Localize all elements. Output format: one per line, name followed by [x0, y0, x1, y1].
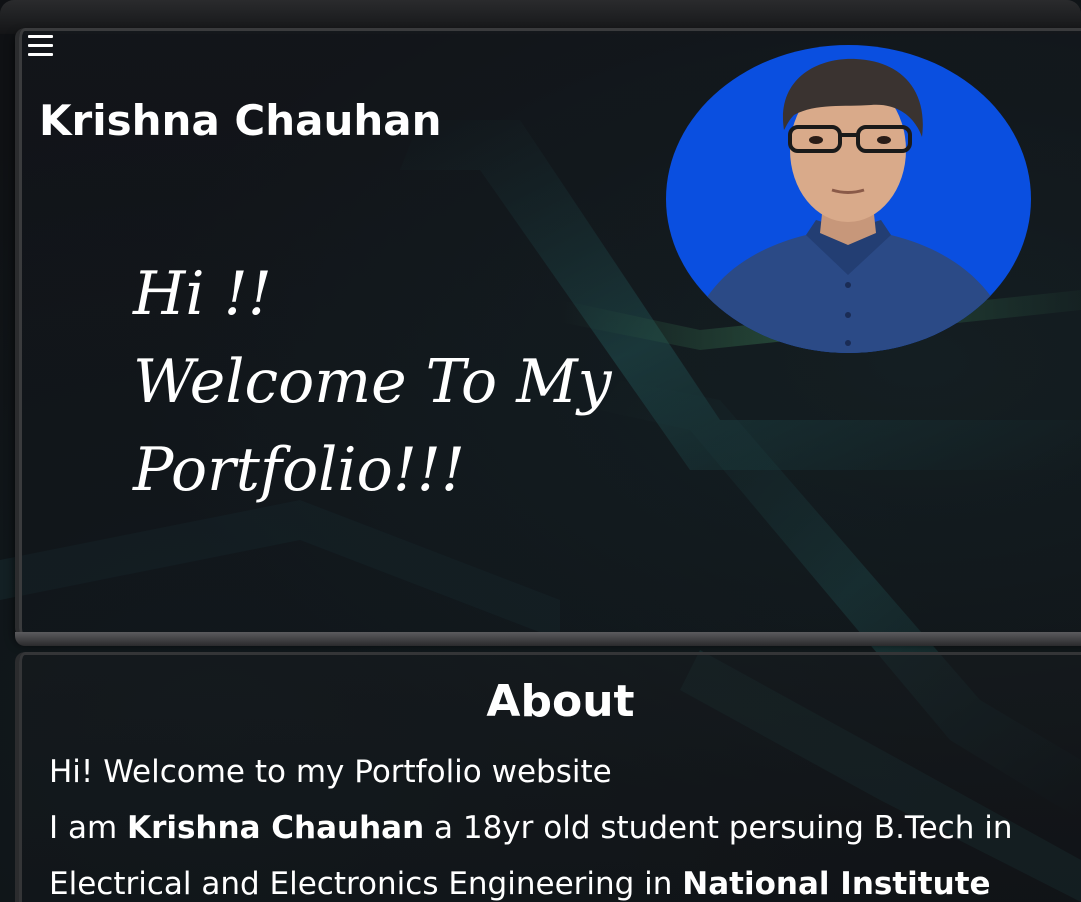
about-description: Hi! Welcome to my Portfolio website I am…: [49, 744, 1079, 902]
greeting-line-2: Welcome To My: [133, 347, 612, 417]
hamburger-menu-icon[interactable]: [27, 33, 55, 59]
about-line-2-prefix: I am: [49, 810, 128, 846]
about-line-2: I am Krishna Chauhan a 18yr old student …: [49, 800, 1079, 856]
about-line-2-suffix: a 18yr old student persuing B.Tech in: [424, 810, 1013, 846]
hero-section-edge: [15, 632, 1081, 646]
about-heading: About: [486, 676, 635, 727]
profile-photo: [666, 45, 1031, 353]
about-line-1: Hi! Welcome to my Portfolio website: [49, 754, 612, 790]
about-line-3: Electrical and Electronics Engineering i…: [49, 856, 1079, 902]
profile-photo-illustration: [686, 58, 1016, 353]
site-name: Krishna Chauhan: [39, 96, 442, 145]
about-institute-highlight: National Institute: [682, 866, 991, 902]
about-name-highlight: Krishna Chauhan: [127, 810, 425, 846]
greeting-line-1: Hi !!: [133, 259, 272, 329]
greeting-line-3: Portfolio!!!: [133, 435, 466, 505]
welcome-greeting: Hi !! Welcome To My Portfolio!!!: [133, 250, 612, 514]
about-line-3-prefix: Electrical and Electronics Engineering i…: [49, 866, 683, 902]
portfolio-page: Krishna Chauhan Hi !! Welcome To My Port…: [0, 0, 1081, 902]
